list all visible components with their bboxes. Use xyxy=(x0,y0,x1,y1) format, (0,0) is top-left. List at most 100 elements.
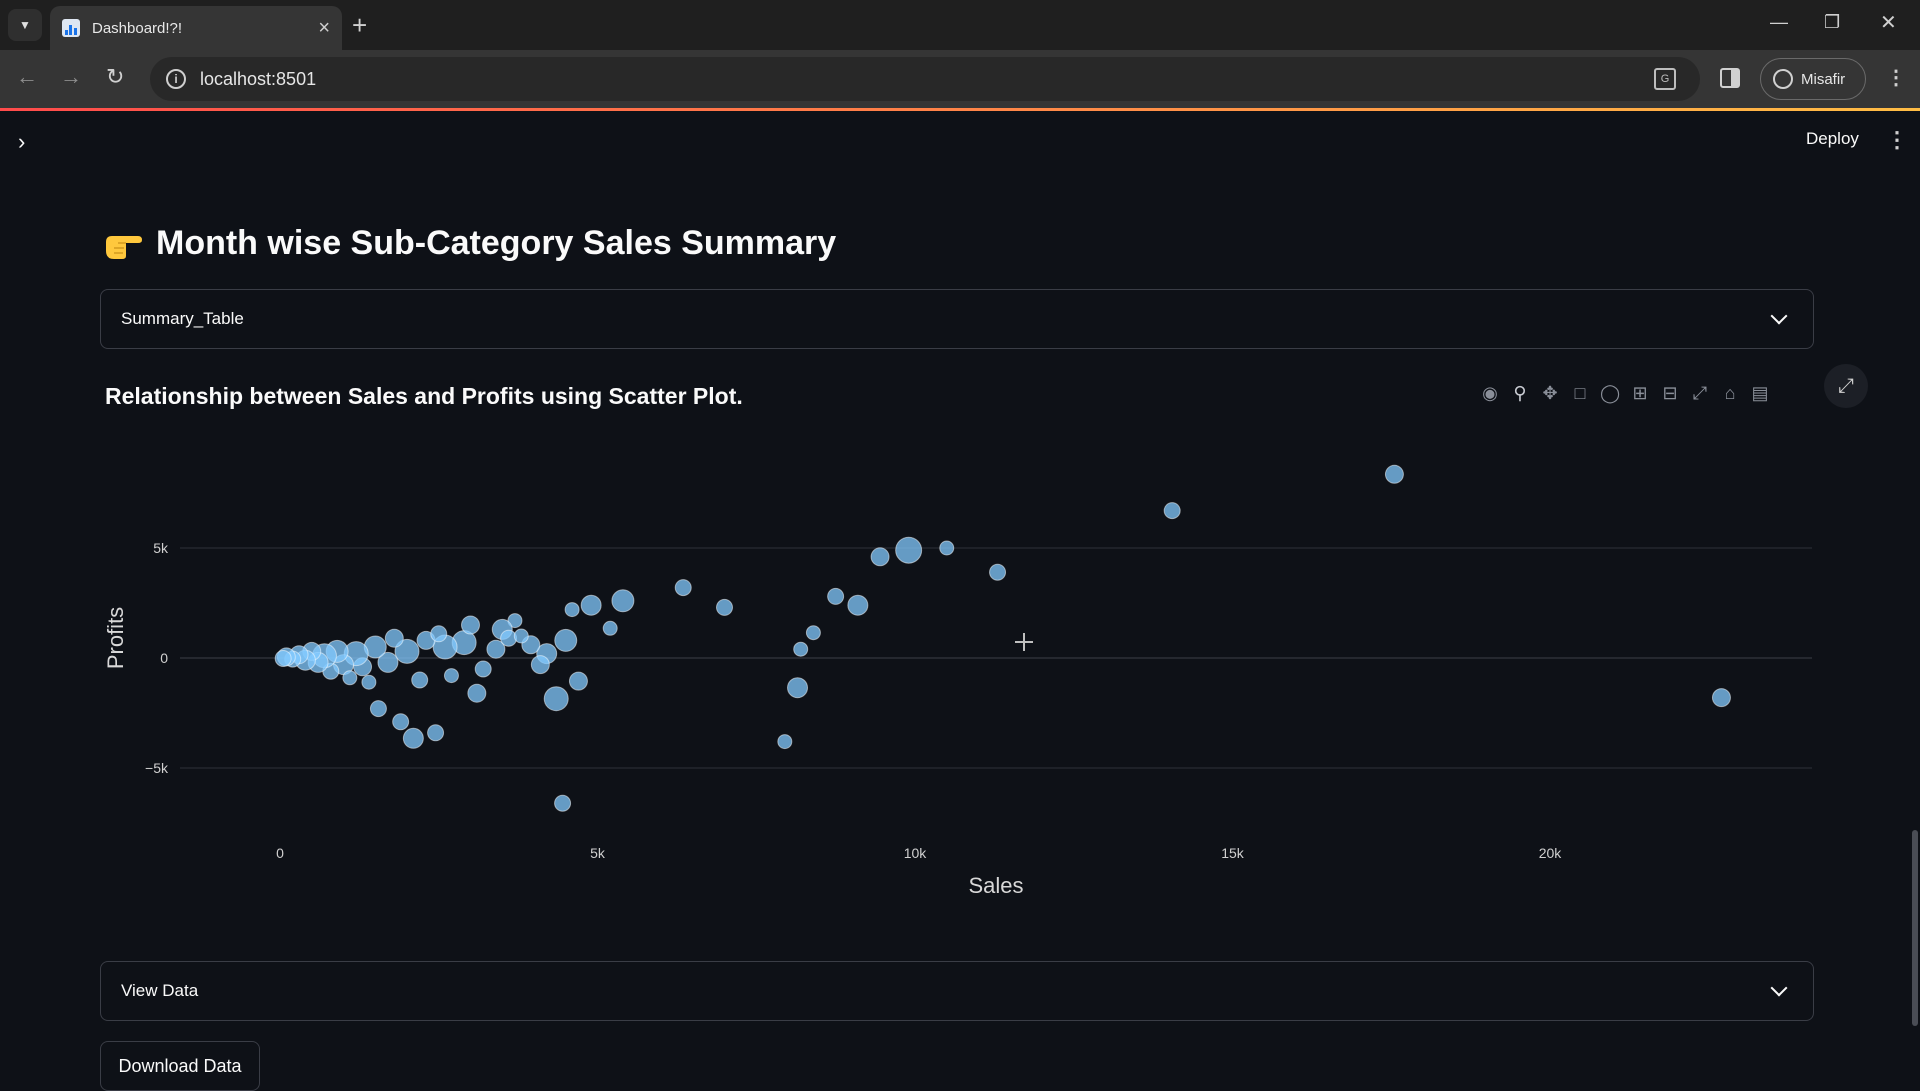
crosshair-cursor-icon xyxy=(1015,633,1033,651)
scatter-plot[interactable]: 5k 0 −5k 0 5k 10k 15k 20k Sales Profits xyxy=(0,440,1920,910)
browser-toolbar: ← → ↻ i localhost:8501 G Misafir ⋮ xyxy=(0,50,1920,108)
scatter-point[interactable] xyxy=(443,668,459,684)
scatter-point[interactable] xyxy=(392,713,410,731)
translate-icon[interactable]: G xyxy=(1654,68,1676,90)
scatter-point[interactable] xyxy=(467,683,487,703)
page-title: Month wise Sub-Category Sales Summary xyxy=(104,224,836,263)
y-axis-label: Profits xyxy=(103,607,128,669)
side-panel-icon[interactable] xyxy=(1720,68,1740,88)
scatter-point[interactable] xyxy=(827,587,845,605)
chevron-down-icon xyxy=(1770,979,1788,997)
scatter-point[interactable] xyxy=(611,589,635,613)
scatter-point[interactable] xyxy=(543,686,569,712)
forward-icon[interactable]: → xyxy=(60,64,82,90)
scatter-point[interactable] xyxy=(1163,502,1181,520)
plotly-modebar: ◉ ⚲ ✥ □ ◯ ⊞ ⊟ ⤢ ⌂ ▤ xyxy=(1480,380,1770,406)
app-menu-icon[interactable]: ⋮ xyxy=(1886,129,1908,151)
download-data-button[interactable]: Download Data xyxy=(100,1041,260,1091)
deploy-button[interactable]: Deploy xyxy=(1806,129,1859,149)
x-tick-label: 5k xyxy=(590,845,606,861)
back-icon[interactable]: ← xyxy=(16,64,38,90)
scatter-point[interactable] xyxy=(461,615,480,635)
scatter-point[interactable] xyxy=(427,724,445,742)
zoom-out-icon[interactable]: ⊟ xyxy=(1660,383,1680,404)
scatter-point[interactable] xyxy=(1711,688,1731,708)
scatter-point[interactable] xyxy=(274,649,292,667)
view-data-label: View Data xyxy=(121,981,199,1000)
browser-tab[interactable]: Dashboard!?! × xyxy=(50,6,342,50)
scatter-point[interactable] xyxy=(342,670,358,686)
browser-menu-icon[interactable]: ⋮ xyxy=(1886,68,1906,88)
scatter-point[interactable] xyxy=(554,628,578,652)
autoscale-icon[interactable]: ⤢ xyxy=(1690,383,1710,404)
chevron-down-icon xyxy=(1770,307,1788,325)
lasso-select-icon[interactable]: ◯ xyxy=(1600,383,1620,404)
summary-table-label: Summary_Table xyxy=(121,309,244,328)
scatter-point[interactable] xyxy=(513,628,529,644)
view-data-expander[interactable]: View Data xyxy=(100,961,1814,1021)
camera-icon[interactable]: ◉ xyxy=(1480,383,1500,404)
scatter-point[interactable] xyxy=(870,547,890,567)
zoom-icon[interactable]: ⚲ xyxy=(1510,383,1530,404)
scatter-point[interactable] xyxy=(580,594,602,616)
close-window-icon[interactable]: ✕ xyxy=(1880,10,1897,35)
scatter-point[interactable] xyxy=(564,602,580,618)
scatter-point[interactable] xyxy=(787,677,809,699)
fullscreen-icon[interactable]: ⤢ xyxy=(1824,364,1868,408)
restore-icon[interactable]: ❐ xyxy=(1824,12,1840,33)
site-info-icon[interactable]: i xyxy=(166,69,186,89)
scrollbar-thumb[interactable] xyxy=(1912,830,1918,1026)
pan-icon[interactable]: ✥ xyxy=(1540,383,1560,404)
scatter-point[interactable] xyxy=(716,598,733,616)
scatter-point[interactable] xyxy=(411,671,429,689)
box-select-icon[interactable]: □ xyxy=(1570,383,1590,404)
scatter-point[interactable] xyxy=(554,794,572,812)
y-tick-label: 5k xyxy=(153,540,169,556)
scatter-point[interactable] xyxy=(530,655,550,675)
scatter-point[interactable] xyxy=(674,579,692,597)
scatter-point[interactable] xyxy=(384,628,404,648)
profile-name: Misafir xyxy=(1801,70,1846,88)
app-header: › Deploy ⋮ xyxy=(0,111,1920,171)
x-axis-label: Sales xyxy=(968,873,1023,898)
y-tick-label: −5k xyxy=(145,760,169,776)
scatter-point[interactable] xyxy=(939,540,955,556)
scatter-point[interactable] xyxy=(989,563,1007,581)
scatter-point[interactable] xyxy=(847,594,869,616)
y-tick-label: 0 xyxy=(160,650,168,666)
plotly-logo-icon[interactable]: ▤ xyxy=(1750,383,1770,404)
scatter-point[interactable] xyxy=(895,536,923,564)
browser-tab-bar: ▼ Dashboard!?! × + — ❐ ✕ xyxy=(0,0,1920,50)
summary-table-expander[interactable]: Summary_Table xyxy=(100,289,1814,349)
scatter-point[interactable] xyxy=(369,700,387,718)
chart-title: Relationship between Sales and Profits u… xyxy=(105,383,743,409)
tab-title: Dashboard!?! xyxy=(92,19,183,37)
scatter-point[interactable] xyxy=(805,625,821,641)
close-tab-icon[interactable]: × xyxy=(318,18,330,38)
profile-button[interactable]: Misafir xyxy=(1760,58,1866,100)
scatter-point[interactable] xyxy=(568,671,588,691)
scatter-point[interactable] xyxy=(430,625,448,643)
scatter-point[interactable] xyxy=(602,620,618,636)
reset-axes-icon[interactable]: ⌂ xyxy=(1720,383,1740,404)
scatter-point[interactable] xyxy=(402,727,424,749)
reload-icon[interactable]: ↻ xyxy=(106,64,124,90)
scatter-point[interactable] xyxy=(1384,464,1404,484)
address-bar[interactable]: i localhost:8501 G xyxy=(150,57,1700,101)
profile-avatar-icon xyxy=(1773,69,1793,89)
scatter-point[interactable] xyxy=(361,674,377,690)
tab-search-button[interactable]: ▼ xyxy=(8,9,42,41)
zoom-in-icon[interactable]: ⊞ xyxy=(1630,383,1650,404)
sidebar-expand-icon[interactable]: › xyxy=(18,129,25,155)
scatter-point[interactable] xyxy=(474,660,492,678)
url-text: localhost:8501 xyxy=(200,68,317,89)
x-tick-label: 10k xyxy=(904,845,928,861)
x-tick-label: 0 xyxy=(276,845,284,861)
favicon-chart-icon xyxy=(62,19,80,37)
x-tick-label: 15k xyxy=(1221,845,1245,861)
pointing-hand-icon xyxy=(106,235,142,259)
minimize-icon[interactable]: — xyxy=(1770,12,1788,33)
new-tab-icon[interactable]: + xyxy=(352,12,367,38)
scatter-point[interactable] xyxy=(793,641,809,657)
scatter-point[interactable] xyxy=(777,734,793,750)
